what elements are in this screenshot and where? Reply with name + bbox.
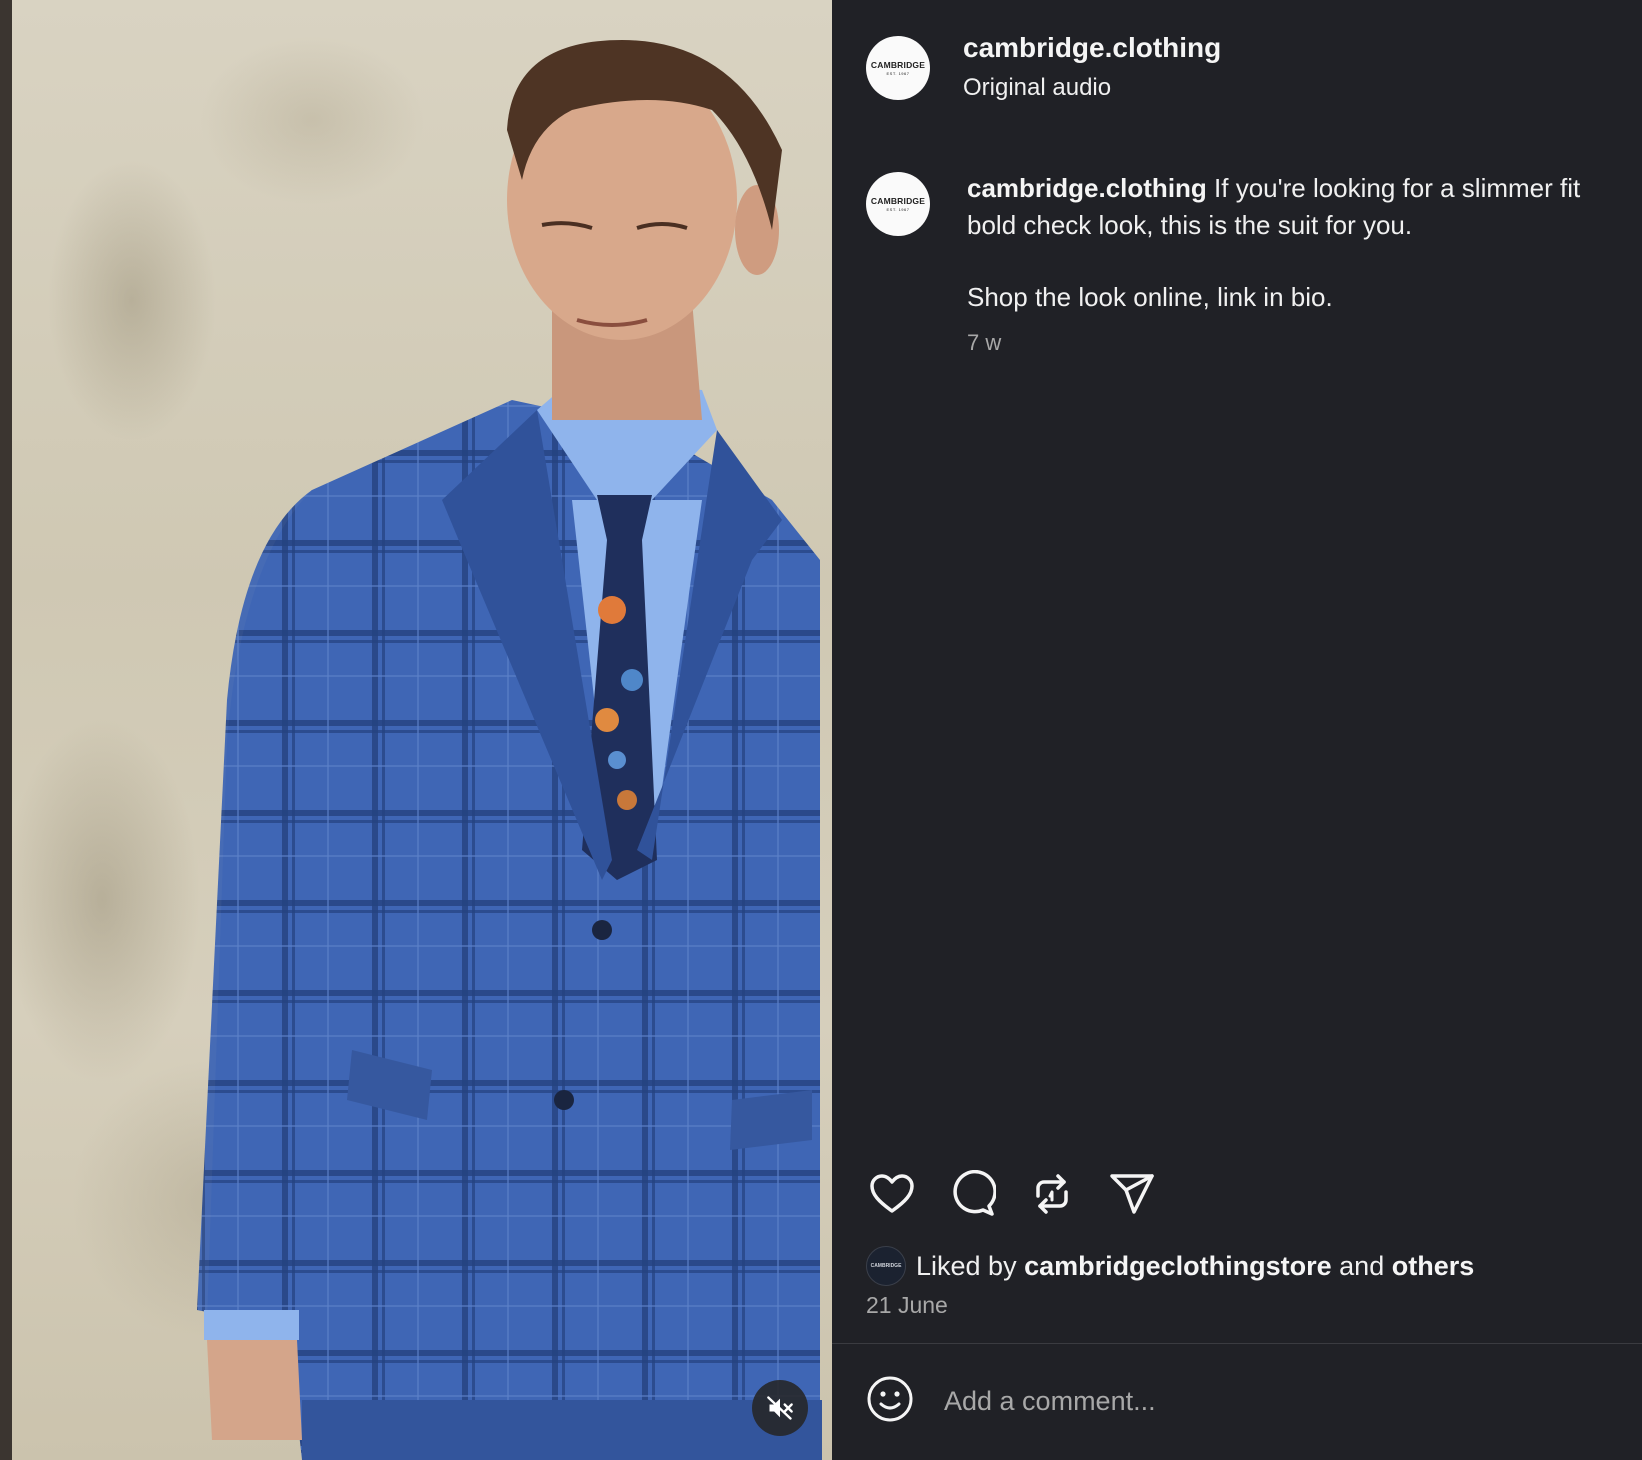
- model-in-blue-check-suit: [197, 40, 822, 1460]
- post-date[interactable]: 21 June: [866, 1292, 948, 1319]
- share-icon: [1110, 1174, 1154, 1214]
- reel-video[interactable]: [0, 0, 832, 1460]
- caption-text-2: bold check look, this is the suit for yo…: [967, 210, 1413, 240]
- liker-avatar-text: CAMBRIDGE: [870, 1263, 902, 1269]
- liker-avatar[interactable]: CAMBRIDGE: [866, 1246, 906, 1286]
- add-comment-input[interactable]: [942, 1380, 1606, 1422]
- caption-line-1: cambridge.clothing If you're looking for…: [967, 170, 1642, 207]
- liked-by-others-link[interactable]: others: [1392, 1251, 1475, 1282]
- author-username-link[interactable]: cambridge.clothing: [963, 32, 1221, 64]
- audio-link[interactable]: Original audio: [963, 74, 1111, 102]
- repost-icon: [1036, 1174, 1068, 1214]
- author-avatar[interactable]: CAMBRIDGE EST. 1967: [866, 36, 930, 100]
- avatar-brand-text: CAMBRIDGE: [870, 60, 926, 70]
- liked-by-and: and: [1339, 1250, 1385, 1281]
- comment-icon: [953, 1170, 996, 1216]
- comment-button[interactable]: [946, 1168, 998, 1220]
- liker-username-link[interactable]: cambridgeclothingstore: [1024, 1251, 1332, 1282]
- liked-by-row: CAMBRIDGE Liked by cambridgeclothingstor…: [866, 1246, 1474, 1286]
- liked-by-prefix: Liked by: [916, 1250, 1017, 1281]
- avatar-brand-text: CAMBRIDGE: [870, 196, 926, 206]
- avatar-est-text: EST. 1967: [886, 71, 910, 76]
- emoji-picker-button[interactable]: [866, 1375, 914, 1423]
- post-details-panel: CAMBRIDGE EST. 1967 cambridge.clothing O…: [832, 0, 1642, 1460]
- like-button[interactable]: [866, 1168, 918, 1220]
- caption-author-avatar[interactable]: CAMBRIDGE EST. 1967: [866, 172, 930, 236]
- avatar-est-text: EST. 1967: [886, 207, 910, 212]
- repost-button[interactable]: [1026, 1168, 1078, 1220]
- speaker-muted-icon: [767, 1396, 793, 1420]
- comment-divider: [832, 1343, 1642, 1344]
- smiley-icon: [867, 1376, 913, 1422]
- caption-timestamp[interactable]: 7 w: [967, 330, 1001, 356]
- caption-username-link[interactable]: cambridge.clothing: [967, 173, 1207, 203]
- heart-icon: [870, 1174, 914, 1213]
- post-actions-bar: [866, 1168, 1186, 1220]
- mute-toggle-button[interactable]: [752, 1380, 808, 1436]
- previous-post-edge: [0, 0, 12, 1460]
- share-button[interactable]: [1106, 1168, 1158, 1220]
- caption-text-1: If you're looking for a slimmer fit: [1214, 173, 1581, 203]
- caption-text-3: Shop the look online, link in bio.: [967, 282, 1333, 312]
- post-caption: cambridge.clothing If you're looking for…: [967, 170, 1642, 316]
